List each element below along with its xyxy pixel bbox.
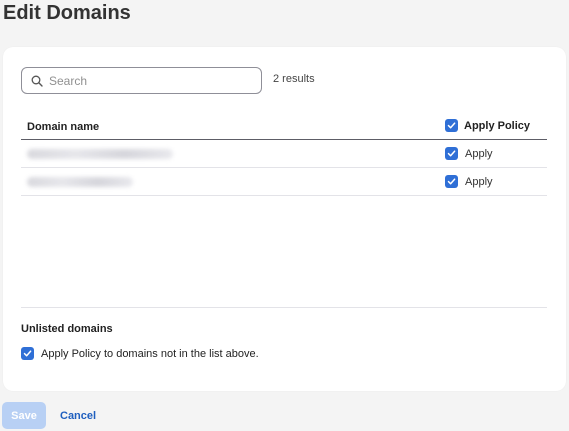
apply-label: Apply <box>465 147 493 160</box>
checkmark-icon <box>23 350 32 357</box>
table-row: Apply <box>21 168 547 196</box>
apply-cell: Apply <box>445 147 493 160</box>
checkmark-icon <box>447 122 456 129</box>
table-header: Domain name Apply Policy <box>21 115 547 140</box>
search-icon <box>31 75 43 87</box>
unlisted-domains-option[interactable]: Apply Policy to domains not in the list … <box>21 347 259 360</box>
unlisted-domains-option-label: Apply Policy to domains not in the list … <box>41 347 259 360</box>
checkmark-icon <box>447 150 456 157</box>
table-row: Apply <box>21 140 547 168</box>
column-header-domain-name: Domain name <box>27 121 100 133</box>
apply-policy-column-label: Apply Policy <box>464 119 531 132</box>
results-count: 2 results <box>273 73 315 85</box>
cancel-button[interactable]: Cancel <box>52 402 104 429</box>
search-input[interactable] <box>49 73 249 88</box>
page-title: Edit Domains <box>3 2 131 24</box>
apply-label: Apply <box>465 175 493 188</box>
domain-name-cell <box>27 149 173 159</box>
divider <box>21 307 547 308</box>
apply-cell: Apply <box>445 175 493 188</box>
apply-policy-all-checkbox[interactable] <box>445 119 458 132</box>
apply-checkbox[interactable] <box>445 175 458 188</box>
unlisted-domains-checkbox[interactable] <box>21 347 34 360</box>
domain-name-cell <box>27 177 133 187</box>
domains-table: Domain name Apply Policy Apply Apply <box>21 115 547 196</box>
unlisted-domains-title: Unlisted domains <box>21 323 113 335</box>
column-header-apply-policy: Apply Policy <box>445 119 530 132</box>
apply-checkbox[interactable] <box>445 147 458 160</box>
domains-card: 2 results Domain name Apply Policy <box>3 47 566 391</box>
checkmark-icon <box>447 178 456 185</box>
save-button[interactable]: Save <box>2 402 46 429</box>
search-box[interactable] <box>21 67 262 94</box>
